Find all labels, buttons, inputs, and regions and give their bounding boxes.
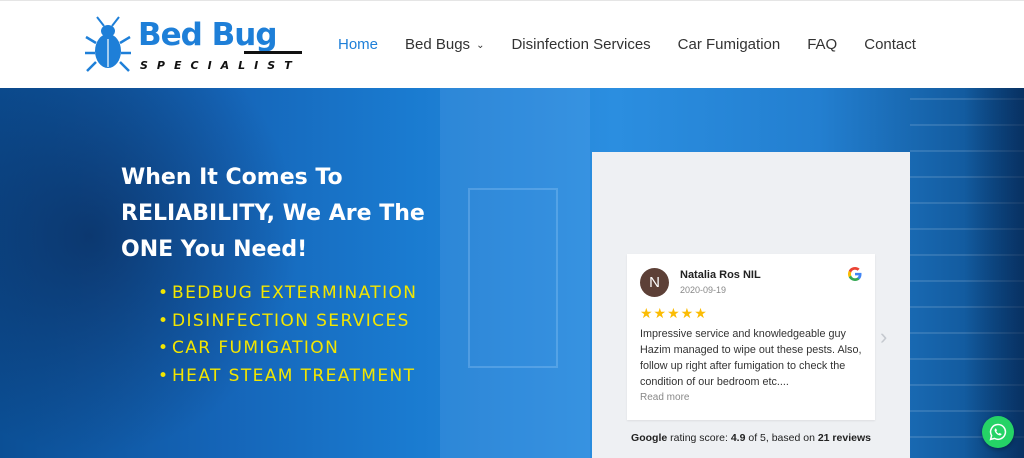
review-text: Impressive service and knowledgeable guy… bbox=[640, 328, 862, 388]
reviewer-name: Natalia Ros NIL bbox=[680, 269, 761, 281]
main-nav: Home Bed Bugs ⌄ Disinfection Services Car… bbox=[338, 35, 943, 57]
bullet-icon: • bbox=[158, 310, 170, 331]
chevron-right-icon[interactable]: › bbox=[880, 324, 887, 350]
rating-source: Google bbox=[631, 432, 668, 444]
bullet-icon: • bbox=[158, 365, 170, 386]
logo-subtitle: SPECIALIST bbox=[140, 59, 301, 72]
hero-section: When It Comes To RELIABILITY, We Are The… bbox=[0, 88, 1024, 458]
bullet-icon: • bbox=[158, 338, 170, 358]
rating-stars: ★★★★★ bbox=[640, 305, 708, 321]
service-label: CAR FUMIGATION bbox=[172, 338, 340, 358]
hero-background-shade bbox=[0, 88, 300, 458]
service-item: • HEAT STEAM TREATMENT bbox=[158, 363, 417, 391]
services-list: • BEDBUG EXTERMINATION • DISINFECTION SERV… bbox=[158, 280, 417, 390]
nav-faq-label: FAQ bbox=[807, 36, 838, 53]
whatsapp-icon bbox=[989, 423, 1007, 441]
nav-disinfection-label: Disinfection Services bbox=[511, 36, 651, 53]
nav-disinfection-services[interactable]: Disinfection Services bbox=[511, 35, 650, 57]
logo-underline bbox=[244, 51, 302, 54]
chevron-down-icon: ⌄ bbox=[476, 40, 485, 51]
rating-summary: Google rating score: 4.9 of 5, based on … bbox=[592, 432, 910, 444]
nav-contact[interactable]: Contact bbox=[864, 35, 916, 57]
rating-text-2: of 5, based on bbox=[745, 432, 818, 444]
hero-headline: When It Comes To RELIABILITY, We Are The… bbox=[121, 160, 451, 268]
hero-background-frame bbox=[468, 188, 558, 368]
service-item: • CAR FUMIGATION bbox=[158, 335, 417, 363]
service-label: DISINFECTION SERVICES bbox=[172, 310, 410, 331]
site-logo[interactable]: Bed Bug SPECIALIST bbox=[84, 15, 306, 75]
read-more-link[interactable]: Read more bbox=[640, 392, 689, 403]
nav-car-fumigation-label: Car Fumigation bbox=[677, 36, 781, 53]
nav-faq[interactable]: FAQ bbox=[807, 35, 837, 57]
logo-title-bug: Bug bbox=[211, 17, 278, 53]
review-card[interactable]: N Natalia Ros NIL 2020-09-19 ★★★★★ Impre… bbox=[627, 254, 875, 420]
google-icon bbox=[848, 267, 862, 281]
review-date: 2020-09-19 bbox=[680, 285, 727, 295]
nav-bed-bugs[interactable]: Bed Bugs ⌄ bbox=[405, 35, 484, 57]
bullet-icon: • bbox=[158, 283, 170, 303]
logo-title-bed: Bed bbox=[138, 17, 203, 53]
headline-line3: ONE You Need! bbox=[121, 237, 308, 262]
logo-title: Bed Bug bbox=[138, 17, 278, 53]
review-count: 21 reviews bbox=[817, 432, 871, 444]
service-label: HEAT STEAM TREATMENT bbox=[172, 365, 416, 386]
service-item: • DISINFECTION SERVICES bbox=[158, 308, 417, 336]
headline-line1: When It Comes To bbox=[121, 165, 343, 190]
nav-home-label: Home bbox=[338, 36, 379, 53]
site-header: Bed Bug SPECIALIST Home Bed Bugs ⌄ Disinf… bbox=[0, 0, 1024, 88]
rating-text-1: rating score: bbox=[667, 432, 731, 444]
service-item: • BEDBUG EXTERMINATION bbox=[158, 280, 417, 308]
rating-score: 4.9 bbox=[730, 432, 746, 444]
service-label: BEDBUG EXTERMINATION bbox=[172, 283, 418, 303]
avatar: N bbox=[640, 268, 669, 297]
whatsapp-button[interactable] bbox=[982, 416, 1014, 448]
hero-background-shade-right bbox=[964, 88, 1024, 458]
google-reviews-widget: N Natalia Ros NIL 2020-09-19 ★★★★★ Impre… bbox=[592, 152, 910, 458]
nav-contact-label: Contact bbox=[864, 36, 916, 53]
nav-home[interactable]: Home bbox=[338, 35, 378, 57]
headline-line2: RELIABILITY, We Are The bbox=[121, 201, 425, 226]
bedbug-icon bbox=[85, 16, 131, 72]
nav-car-fumigation[interactable]: Car Fumigation bbox=[678, 35, 781, 57]
nav-bed-bugs-label: Bed Bugs bbox=[405, 36, 471, 53]
